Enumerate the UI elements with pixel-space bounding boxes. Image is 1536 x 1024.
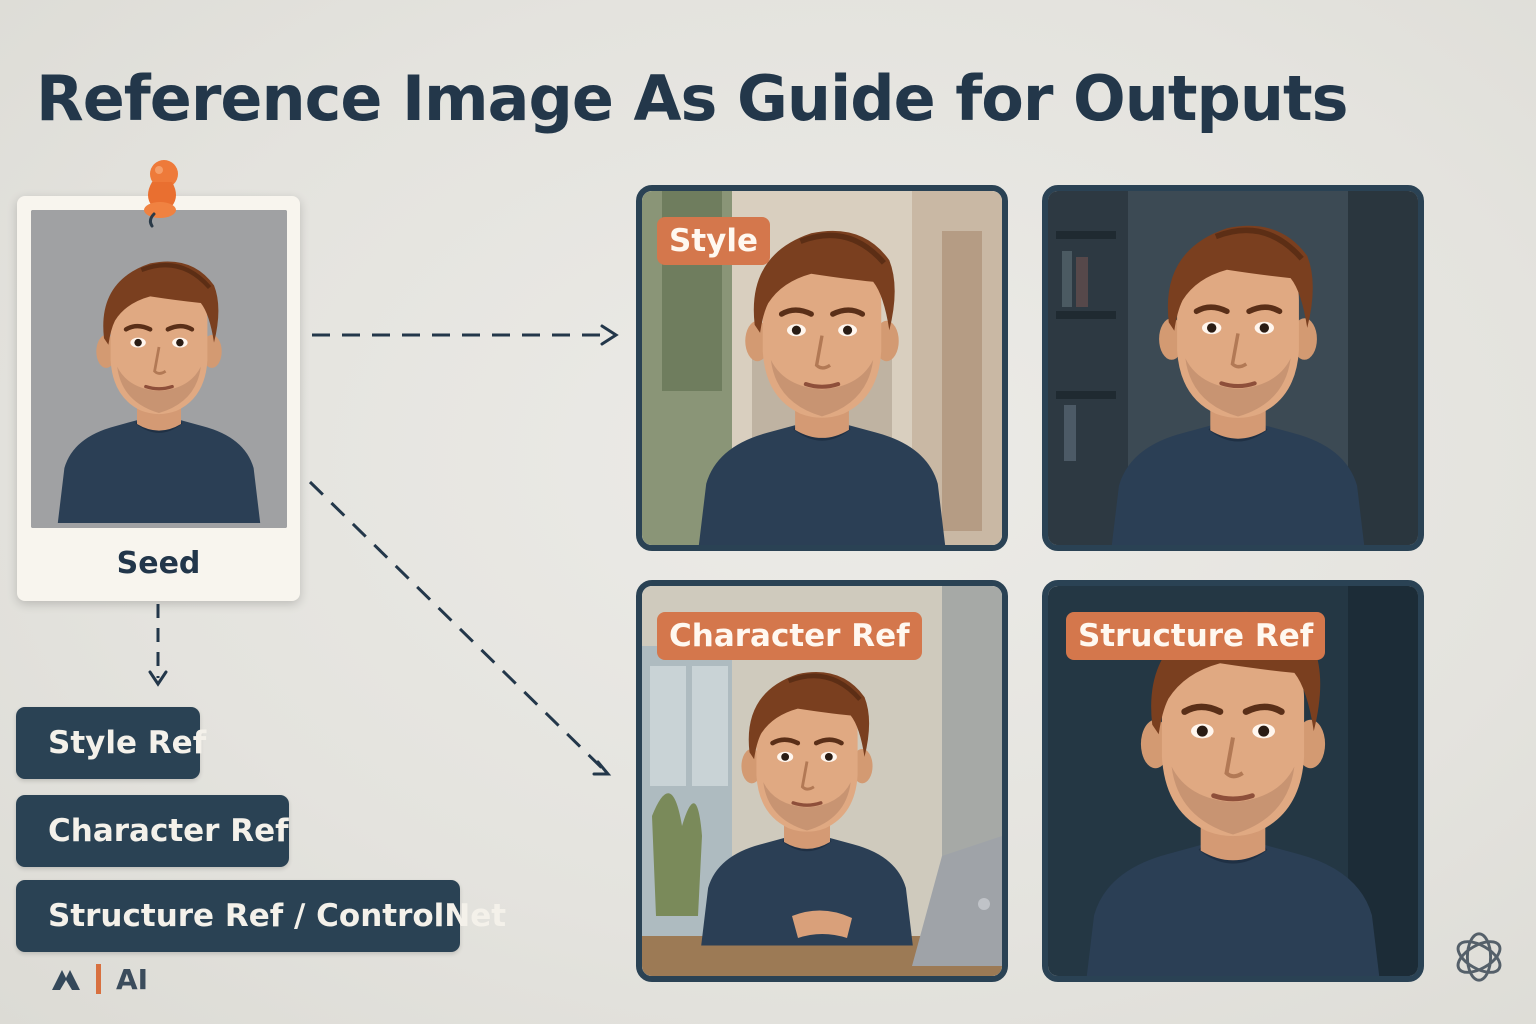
pushpin-icon	[144, 160, 178, 228]
dashed-arrow-icon	[308, 480, 612, 776]
dashed-arrow-icon	[148, 604, 168, 687]
output-panel-structure: Structure Ref	[1042, 580, 1424, 982]
output-panel-style: Style	[636, 185, 1008, 551]
dashed-arrow-icon	[312, 324, 619, 346]
seed-portrait	[31, 210, 287, 528]
page-title: Reference Image As Guide for Outputs	[36, 62, 1349, 135]
structure-ref-button[interactable]: Structure Ref / ControlNet	[16, 880, 506, 952]
divider-bar-icon	[96, 964, 101, 994]
brand-logos: AI	[50, 962, 148, 996]
output-panel-plain	[1042, 185, 1424, 551]
seed-card: Seed	[17, 196, 300, 601]
character-badge: Character Ref	[657, 612, 922, 660]
character-ref-button[interactable]: Character Ref	[16, 795, 289, 867]
ai-logo-text: AI	[116, 962, 149, 996]
brand-logo-icon	[52, 970, 80, 990]
seed-label: Seed	[116, 546, 201, 581]
structure-badge: Structure Ref	[1066, 612, 1326, 660]
style-ref-button[interactable]: Style Ref	[16, 707, 206, 779]
style-badge: Style	[657, 217, 771, 265]
output-panel-character: Character Ref	[636, 580, 1008, 982]
openai-logo-icon	[1456, 932, 1502, 982]
